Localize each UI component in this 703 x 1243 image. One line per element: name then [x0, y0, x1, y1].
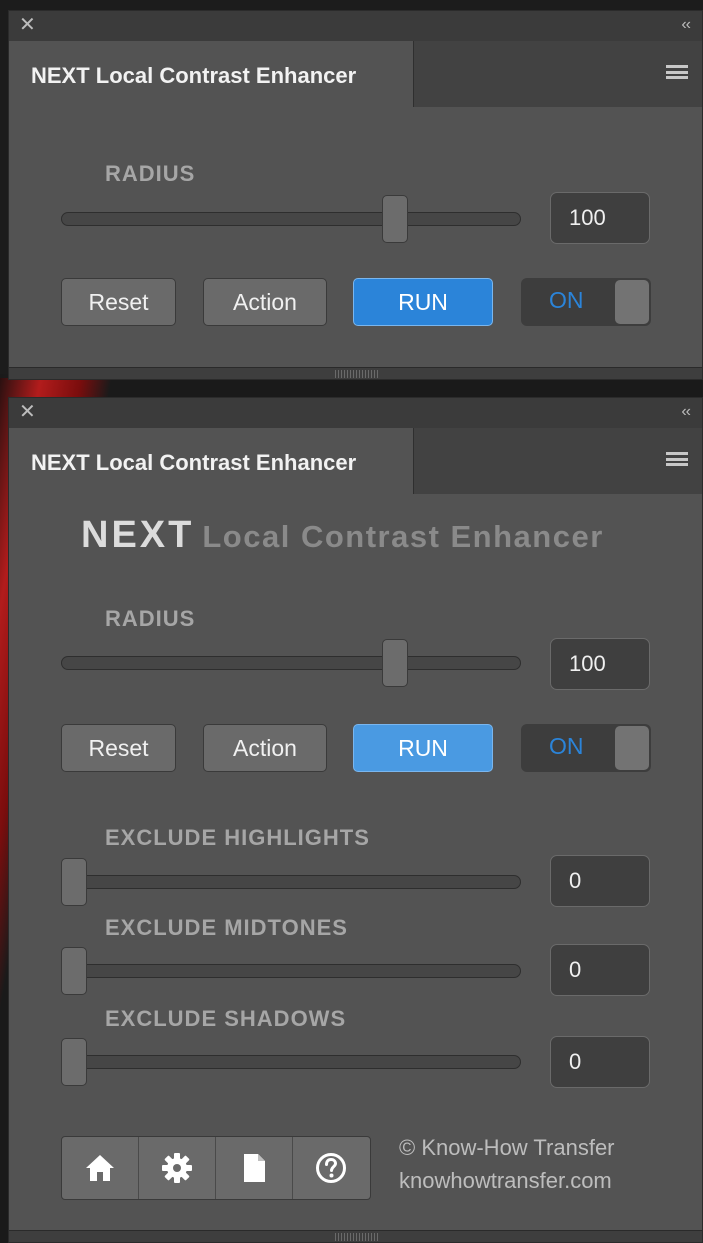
collapse-icon[interactable]: ‹‹ [681, 15, 691, 35]
close-icon[interactable]: ✕ [19, 15, 36, 35]
panel-titlebar: ✕ ‹‹ [9, 398, 702, 428]
exclude-highlights-value-field[interactable]: 0 [550, 855, 650, 907]
exclude-highlights-slider[interactable] [61, 858, 521, 906]
reset-button[interactable]: Reset [61, 278, 176, 326]
help-icon [316, 1153, 346, 1183]
toggle-label: ON [549, 287, 584, 313]
menu-icon[interactable] [666, 452, 688, 466]
tab-panel[interactable]: NEXT Local Contrast Enhancer [9, 41, 414, 107]
exclude-shadows-label: EXCLUDE SHADOWS [105, 1006, 347, 1031]
slider-thumb[interactable] [382, 639, 409, 687]
tab-panel[interactable]: NEXT Local Contrast Enhancer [9, 428, 414, 494]
tab-row: NEXT Local Contrast Enhancer [9, 428, 702, 494]
menu-icon[interactable] [666, 65, 688, 79]
exclude-midtones-slider[interactable] [61, 947, 521, 995]
exclude-midtones-label: EXCLUDE MIDTONES [105, 915, 348, 940]
help-button[interactable] [293, 1137, 370, 1199]
reset-button[interactable]: Reset [61, 724, 176, 772]
brand-subtitle: Local Contrast Enhancer [202, 519, 604, 554]
panel-expanded: ✕ ‹‹ NEXT Local Contrast Enhancer NEXT Lo… [8, 397, 703, 1243]
home-button[interactable] [62, 1137, 139, 1199]
slider-track [61, 964, 521, 978]
tab-title: NEXT Local Contrast Enhancer [31, 450, 357, 475]
exclude-midtones-value-field[interactable]: 0 [550, 944, 650, 996]
panel-resize-strip [9, 1230, 702, 1242]
close-icon[interactable]: ✕ [19, 402, 36, 422]
exclude-shadows-slider[interactable] [61, 1038, 521, 1086]
website-link[interactable]: knowhowtransfer.com [399, 1168, 612, 1194]
resize-grip[interactable] [335, 1233, 379, 1241]
toggle-label: ON [549, 733, 584, 759]
slider-thumb[interactable] [61, 947, 87, 995]
toggle-knob [615, 726, 649, 770]
radius-label: RADIUS [105, 606, 196, 631]
slider-track [61, 875, 521, 889]
slider-thumb[interactable] [61, 1038, 87, 1086]
collapse-icon[interactable]: ‹‹ [681, 402, 691, 422]
exclude-highlights-label: EXCLUDE HIGHLIGHTS [105, 825, 370, 850]
run-button[interactable]: RUN [353, 278, 493, 326]
tab-row: NEXT Local Contrast Enhancer [9, 41, 702, 107]
exclude-shadows-value-field[interactable]: 0 [550, 1036, 650, 1088]
resize-grip[interactable] [335, 370, 379, 378]
run-button[interactable]: RUN [353, 724, 493, 772]
brand-title: NEXT Local Contrast Enhancer [81, 514, 604, 557]
radius-value-field[interactable]: 100 [550, 638, 650, 690]
slider-track [61, 656, 521, 670]
panel-resize-strip [9, 367, 702, 379]
document-icon [244, 1154, 265, 1182]
slider-track [61, 212, 521, 226]
on-toggle[interactable]: ON [521, 724, 651, 772]
action-button[interactable]: Action [203, 724, 327, 772]
icon-toolbar [61, 1136, 371, 1200]
panel-titlebar: ✕ ‹‹ [9, 11, 702, 41]
tab-title: NEXT Local Contrast Enhancer [31, 63, 357, 88]
slider-thumb[interactable] [382, 195, 409, 243]
gear-icon [162, 1153, 192, 1183]
panel-collapsed: ✕ ‹‹ NEXT Local Contrast Enhancer RADIUS… [8, 10, 703, 380]
radius-slider[interactable] [61, 639, 521, 687]
radius-label: RADIUS [105, 161, 196, 186]
home-icon [86, 1155, 114, 1181]
slider-thumb[interactable] [61, 858, 87, 906]
radius-value-field[interactable]: 100 [550, 192, 650, 244]
settings-button[interactable] [139, 1137, 216, 1199]
slider-track [61, 1055, 521, 1069]
radius-slider[interactable] [61, 195, 521, 243]
on-toggle[interactable]: ON [521, 278, 651, 326]
toggle-knob [615, 280, 649, 324]
brand-next: NEXT [81, 514, 195, 556]
document-button[interactable] [216, 1137, 293, 1199]
action-button[interactable]: Action [203, 278, 327, 326]
copyright-text: © Know-How Transfer [399, 1135, 615, 1160]
